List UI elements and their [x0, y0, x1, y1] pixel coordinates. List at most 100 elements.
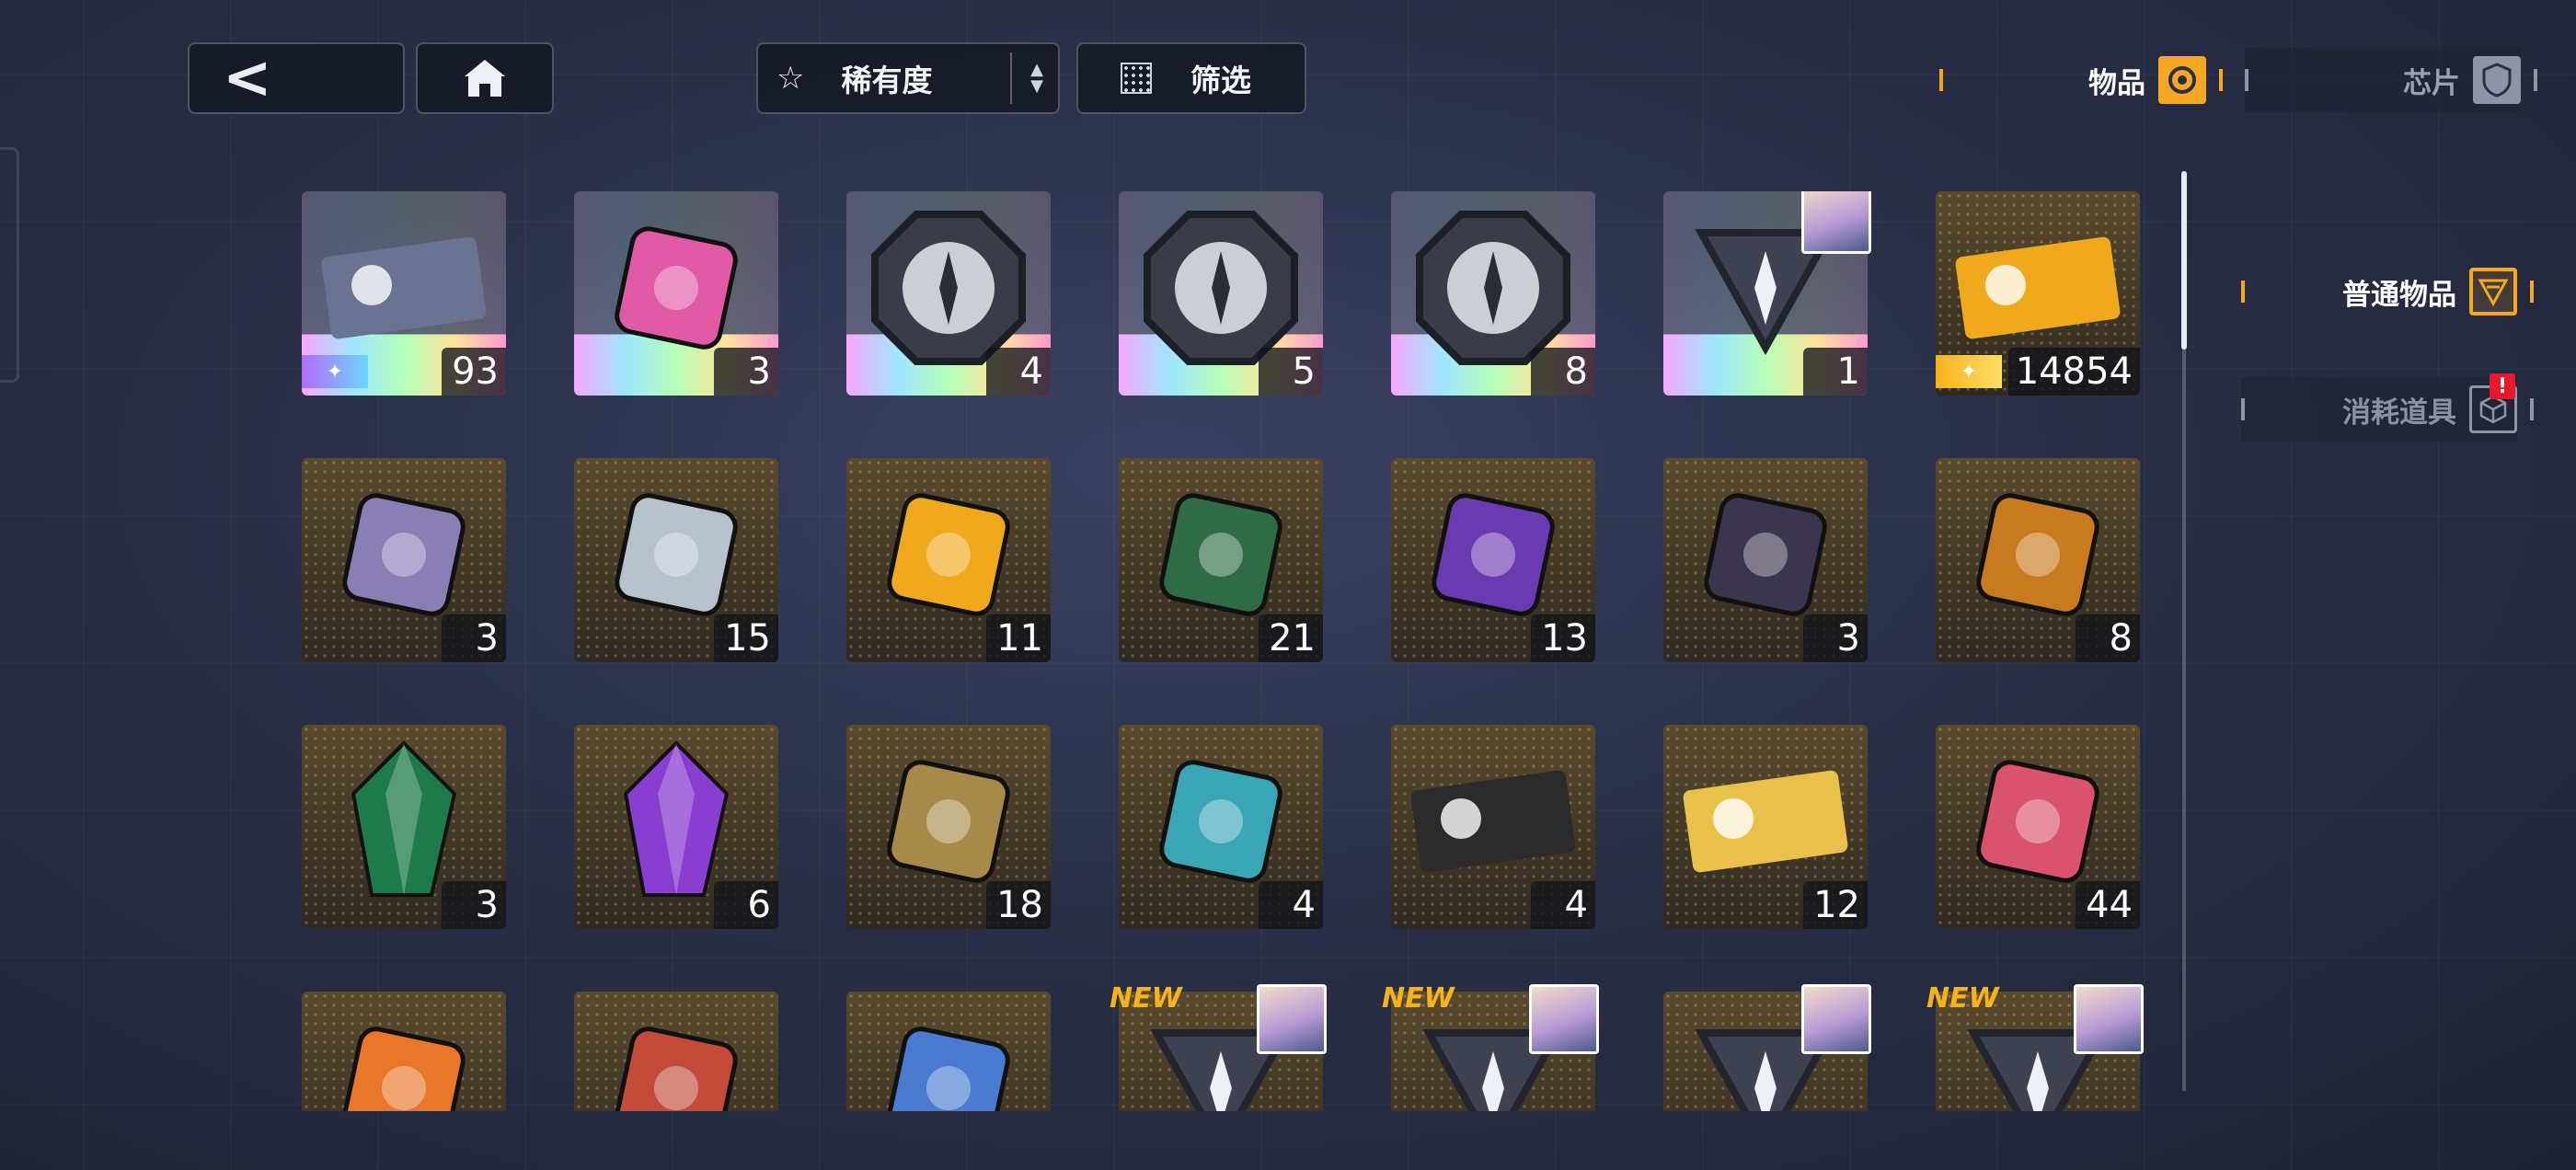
item-count: 3 [1803, 614, 1868, 662]
inventory-item-orange-gadget[interactable] [302, 992, 506, 1111]
star-icon: ☆ [776, 60, 805, 97]
back-button[interactable]: < [188, 42, 405, 114]
inventory-item-core-emblem-new-1[interactable]: NEW [1110, 982, 1327, 1111]
item-count: 6 [714, 881, 778, 929]
inventory-item-octagon-emblem-sword[interactable]: 5 [1119, 191, 1323, 396]
tab-marker [2241, 281, 2245, 303]
item-count: 8 [2076, 614, 2140, 662]
item-count: 93 [442, 348, 506, 396]
sort-divider [1010, 52, 1013, 104]
new-tag: NEW [1110, 982, 1182, 1015]
inventory-item-gold-nikke-ticket[interactable]: 14854 ✦ [1936, 191, 2140, 396]
tab-items[interactable]: 物品 [1939, 48, 2223, 112]
inventory-item-green-crystal[interactable]: 3 [302, 725, 506, 929]
item-count: 21 [1259, 614, 1323, 662]
sort-rarity-button[interactable]: ☆ 稀有度 ▲ ▼ [756, 42, 1060, 114]
character-portrait [2074, 984, 2144, 1054]
tab-items-label: 物品 [2088, 66, 2145, 100]
item-count: 1 [1803, 348, 1868, 396]
inventory-item-spiral-module-box[interactable]: 3 [302, 458, 506, 662]
side-pull-tab[interactable] [0, 147, 19, 383]
green-supply-bag-icon [1143, 476, 1299, 637]
scrollbar-thumb[interactable] [2181, 171, 2187, 350]
inventory-item-core-emblem-3[interactable] [1663, 984, 1871, 1111]
tab-chips[interactable]: 芯片 [2245, 48, 2537, 112]
inventory-item-battery-capsule[interactable]: 18 [846, 725, 1051, 929]
inventory-item-gold-cube-cluster[interactable]: 11 [846, 458, 1051, 662]
tab-marker [1939, 69, 1943, 91]
character-portrait [1801, 191, 1871, 254]
item-count: 13 [1531, 614, 1595, 662]
character-portrait [1257, 984, 1327, 1054]
box-icon [2469, 268, 2517, 315]
item-count: 3 [714, 348, 778, 396]
inventory-item-purple-orb-device[interactable]: 13 [1391, 458, 1595, 662]
chip-shield-icon [2473, 56, 2521, 104]
subtab-consumables[interactable]: 消耗道具 ! [2241, 373, 2534, 442]
item-count: 4 [1531, 881, 1595, 929]
gold-brick-pile-icon [1960, 476, 2116, 637]
spiral-module-box-icon [326, 476, 482, 637]
inventory-item-black-data-card[interactable]: 4 [1391, 725, 1595, 929]
new-tag: NEW [1926, 982, 1999, 1015]
item-count: 11 [986, 614, 1051, 662]
tab-marker [2534, 69, 2537, 91]
inventory-item-game-console-box[interactable] [846, 992, 1051, 1111]
subtab-normal-items[interactable]: 普通物品 [2241, 259, 2534, 324]
rarity-star-icon: ✦ [302, 355, 368, 388]
item-count: 3 [442, 881, 506, 929]
cyan-drill-gear-icon [1143, 743, 1299, 903]
item-count: 8 [1531, 348, 1595, 396]
purple-orb-device-icon [1415, 476, 1571, 637]
notification-badge: ! [2490, 373, 2515, 399]
sort-order-toggle[interactable]: ▲ ▼ [1030, 62, 1043, 95]
inventory-item-lock-triangle-chip[interactable]: 15 [574, 458, 778, 662]
home-icon [465, 60, 505, 97]
gold-coupon-ticket-icon [1678, 762, 1853, 885]
tab-marker [2219, 69, 2223, 91]
nikke-ticket-card-icon [316, 228, 491, 351]
inventory-item-green-supply-bag[interactable]: 21 [1119, 458, 1323, 662]
filter-button[interactable]: 筛选 [1076, 42, 1306, 114]
lantern-core-icon [1687, 476, 1844, 637]
subtab-normal-label: 普通物品 [2342, 278, 2456, 312]
inventory-item-gold-brick-pile[interactable]: 8 [1936, 458, 2140, 662]
item-count: 15 [714, 614, 778, 662]
lock-triangle-chip-icon [598, 476, 754, 637]
inventory-item-octagon-emblem-wings[interactable]: 4 [846, 191, 1051, 396]
item-count: 14854 [2007, 348, 2140, 396]
home-button[interactable] [416, 42, 554, 114]
game-console-box-icon [870, 1010, 1027, 1111]
dango-plate-icon [1960, 743, 2116, 903]
item-count: 4 [986, 348, 1051, 396]
inventory-item-dango-plate[interactable]: 44 [1936, 725, 2140, 929]
inventory-item-nikke-ticket-card[interactable]: 93 ✦ [302, 191, 506, 396]
tab-marker [2530, 398, 2534, 420]
item-count: 3 [442, 614, 506, 662]
heart-gift-box-icon [598, 210, 754, 370]
orange-gadget-icon [326, 1010, 482, 1111]
inventory-item-octagon-emblem-gear[interactable]: 8 [1391, 191, 1595, 396]
item-count: 5 [1259, 348, 1323, 396]
character-portrait [1529, 984, 1599, 1054]
inventory-item-heart-gift-box[interactable]: 3 [574, 191, 778, 396]
subtab-consume-label: 消耗道具 [2342, 396, 2456, 430]
red-food-plate-icon [598, 1010, 754, 1111]
inventory-item-core-emblem-new-4[interactable]: NEW [1926, 982, 2144, 1111]
tab-marker [2245, 69, 2248, 91]
inventory-item-triangle-core-portrait[interactable]: 1 [1663, 191, 1871, 396]
inventory-item-cyan-drill-gear[interactable]: 4 [1119, 725, 1323, 929]
inventory-item-lantern-core[interactable]: 3 [1663, 458, 1868, 662]
inventory-grid: 93 ✦ 3 4 5 8 1 14854 ✦ 3 15 11 21 13 3 8 3 6 18 4 4 12 44 NEW NE… [302, 191, 2169, 1111]
inventory-item-core-emblem-new-2[interactable]: NEW [1382, 982, 1599, 1111]
tab-marker [2241, 398, 2245, 420]
item-count: 4 [1259, 881, 1323, 929]
back-arrow-icon: < [223, 44, 272, 112]
inventory-item-red-food-plate[interactable] [574, 992, 778, 1111]
rarity-star-icon: ✦ [1936, 355, 2002, 388]
inventory-item-gold-coupon-ticket[interactable]: 12 [1663, 725, 1868, 929]
inventory-item-purple-crystal[interactable]: 6 [574, 725, 778, 929]
item-icon [2158, 56, 2206, 104]
gold-cube-cluster-icon [870, 476, 1027, 637]
filter-label: 筛选 [1190, 63, 1251, 98]
